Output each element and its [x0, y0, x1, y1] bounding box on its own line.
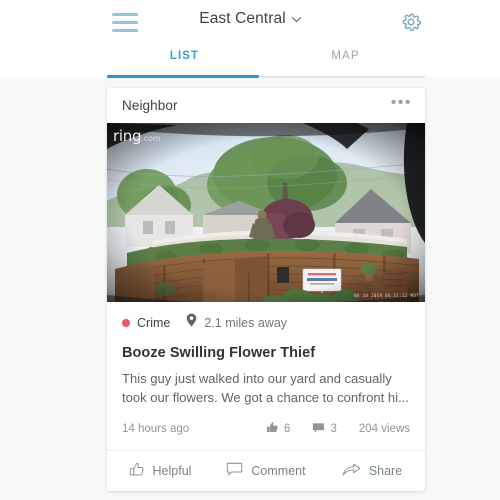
neighborhood-selector[interactable]: East Central [0, 10, 500, 28]
category-label: Crime [137, 315, 171, 330]
post-title: Booze Swilling Flower Thief [122, 345, 316, 361]
post-body-text: This guy just walked into our yard and c… [122, 371, 409, 405]
post-card-header: Neighbor ••• [107, 88, 425, 123]
helpful-button[interactable]: Helpful [107, 451, 213, 491]
share-label: Share [368, 464, 403, 478]
neighbors-app-screen: East Central LIST MAP Neighbor ••• ring.… [0, 0, 500, 500]
post-card: Neighbor ••• ring.com 06 10 2019 06:51:2… [107, 88, 425, 491]
tab-list[interactable]: LIST [107, 50, 262, 62]
tab-map[interactable]: MAP [268, 50, 423, 62]
share-button[interactable]: Share [319, 451, 425, 491]
views-count: 204 views [358, 423, 410, 435]
post-distance: 2.1 miles away [204, 315, 288, 330]
post-stats-row: 14 hours ago 6 3 204 views [107, 407, 425, 450]
hamburger-line [112, 29, 138, 32]
thumbs-up-outline-icon [129, 462, 145, 480]
comments-stat: 3 [312, 422, 337, 437]
post-source-label: Neighbor [122, 98, 178, 113]
post-media-image[interactable]: ring.com 06 10 2019 06:51:22 MDT [107, 123, 425, 302]
comments-count: 3 [330, 423, 337, 435]
app-header: East Central [0, 0, 500, 45]
likes-count: 6 [284, 423, 291, 435]
overflow-menu-icon[interactable]: ••• [391, 94, 412, 113]
comment-filled-icon [312, 422, 325, 437]
comment-label: Comment [251, 464, 306, 478]
map-pin-icon [186, 313, 197, 332]
post-action-bar: Helpful Comment Share [107, 450, 425, 491]
likes-stat: 6 [266, 421, 290, 437]
comment-outline-icon [226, 462, 243, 480]
gear-icon[interactable] [400, 11, 422, 33]
post-meta-row: Crime 2.1 miles away [107, 302, 425, 332]
share-arrow-icon [342, 463, 361, 480]
category-color-dot [122, 318, 130, 327]
thumbs-up-filled-icon [266, 421, 279, 437]
page-title: East Central [199, 10, 286, 27]
post-timestamp: 14 hours ago [122, 423, 190, 435]
views-stat: 204 views [359, 423, 410, 435]
comment-button[interactable]: Comment [213, 451, 319, 491]
helpful-label: Helpful [152, 464, 192, 478]
chevron-down-icon [291, 14, 301, 26]
